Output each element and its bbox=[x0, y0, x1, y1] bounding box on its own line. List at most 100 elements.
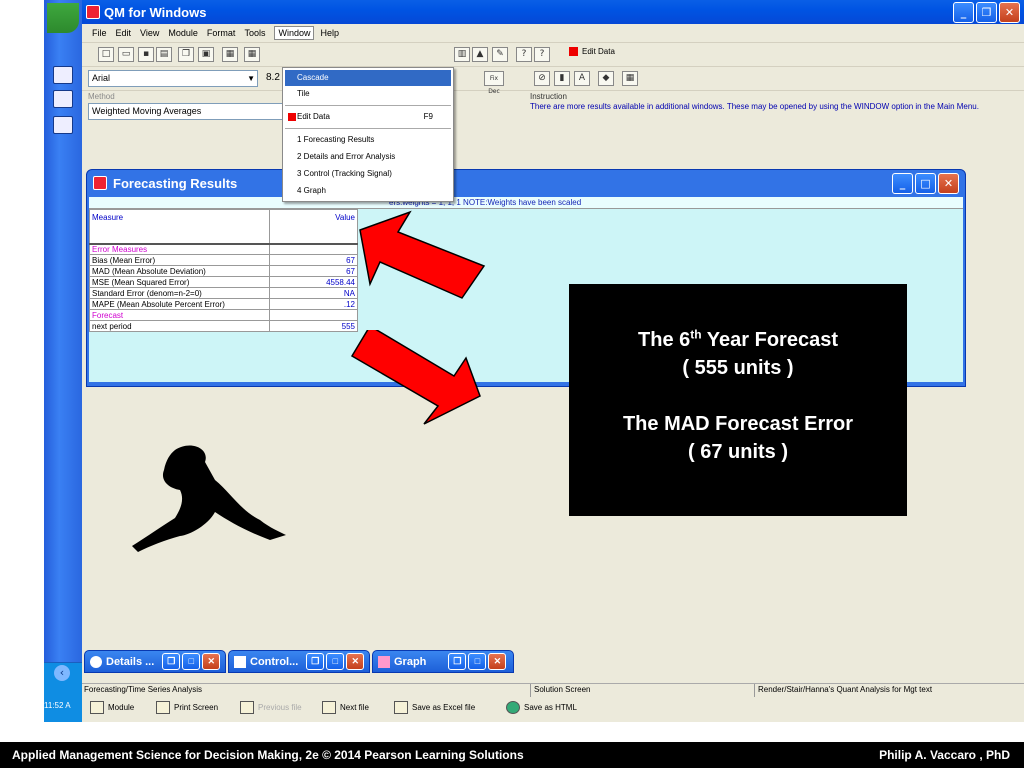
help-pointer-icon[interactable]: ? bbox=[516, 47, 532, 62]
minimize-button[interactable]: _ bbox=[953, 2, 974, 23]
no-entry-icon[interactable]: ⊘ bbox=[534, 71, 550, 86]
table-row[interactable]: MSE (Mean Squared Error) 4558.44 bbox=[89, 276, 358, 288]
button-label: Save as Excel file bbox=[412, 703, 476, 712]
menu-bar: File Edit View Module Format Tools Windo… bbox=[82, 24, 1024, 43]
row-measure: MSE (Mean Squared Error) bbox=[89, 276, 270, 288]
chevron-left-icon[interactable]: ‹ bbox=[54, 665, 70, 681]
results-title-bar[interactable]: Forecasting Results bbox=[87, 170, 965, 196]
menu-item-control[interactable]: 3 Control (Tracking Signal) bbox=[285, 166, 451, 182]
menu-view[interactable]: View bbox=[140, 28, 159, 38]
menu-edit[interactable]: Edit bbox=[116, 28, 132, 38]
header-measure: Measure bbox=[89, 209, 270, 244]
clock: 11:52 A bbox=[44, 701, 71, 710]
previous-icon bbox=[240, 701, 254, 714]
menu-item-label: 2 Details and Error Analysis bbox=[297, 152, 396, 161]
status-separator bbox=[530, 684, 531, 697]
close-button[interactable]: ✕ bbox=[346, 653, 365, 670]
table-row[interactable]: Standard Error (denom=n-2=0) NA bbox=[89, 287, 358, 299]
menu-help[interactable]: Help bbox=[320, 28, 339, 38]
row-value: 555 bbox=[269, 320, 358, 332]
menu-tools[interactable]: Tools bbox=[244, 28, 265, 38]
minimized-details-window[interactable]: Details ... ❐ □ ✕ bbox=[84, 650, 226, 673]
menu-item-details[interactable]: 2 Details and Error Analysis bbox=[285, 149, 451, 165]
menu-window[interactable]: Window bbox=[274, 26, 315, 40]
status-textbook: Render/Stair/Hanna's Quant Analysis for … bbox=[758, 685, 933, 694]
menu-item-forecasting-results[interactable]: 1 Forecasting Results bbox=[285, 132, 451, 148]
triangle-icon[interactable]: ▲ bbox=[472, 47, 488, 62]
table-icon[interactable]: ▥ bbox=[454, 47, 470, 62]
title-bar[interactable]: QM for Windows _ ❐ ✕ bbox=[82, 0, 1024, 24]
edit-data-button[interactable]: Edit Data bbox=[569, 47, 615, 56]
grid-icon bbox=[234, 655, 246, 668]
save-excel-button[interactable]: Save as Excel file bbox=[394, 701, 475, 714]
save-html-button[interactable]: Save as HTML bbox=[506, 701, 577, 714]
grid-insert-icon[interactable]: ▦ bbox=[244, 47, 260, 62]
menu-item-shortcut: F9 bbox=[423, 112, 433, 121]
maximize-button[interactable]: □ bbox=[182, 653, 201, 670]
row-measure: Standard Error (denom=n-2=0) bbox=[89, 287, 270, 299]
minimized-control-window[interactable]: Control... ❐ □ ✕ bbox=[228, 650, 370, 673]
border-icon[interactable]: ▦ bbox=[622, 71, 638, 86]
taskbar-app-icon[interactable] bbox=[53, 66, 73, 84]
maximize-button[interactable]: □ bbox=[468, 653, 487, 670]
menu-file[interactable]: File bbox=[92, 28, 107, 38]
menu-module[interactable]: Module bbox=[168, 28, 198, 38]
restore-button[interactable]: ❐ bbox=[162, 653, 181, 670]
print-icon[interactable]: ▤ bbox=[156, 47, 172, 62]
start-button[interactable] bbox=[47, 3, 79, 33]
minimized-graph-window[interactable]: Graph ❐ □ ✕ bbox=[372, 650, 514, 673]
row-value: .12 bbox=[269, 298, 358, 310]
menu-separator bbox=[285, 128, 451, 129]
font-size[interactable]: 8.2 bbox=[266, 72, 280, 83]
window-title: QM for Windows bbox=[104, 4, 207, 20]
results-note: ers:weights = 1, 1, 1 NOTE:Weights have … bbox=[89, 197, 963, 209]
menu-format[interactable]: Format bbox=[207, 28, 236, 38]
window-menu-dropdown: Cascade Tile Edit Data F9 1 Forecasting … bbox=[282, 67, 454, 202]
table-row[interactable]: Bias (Mean Error) 67 bbox=[89, 254, 358, 266]
details-icon bbox=[90, 655, 102, 668]
table-row[interactable]: Error Measures bbox=[89, 242, 358, 255]
font-color-icon[interactable]: A bbox=[574, 71, 590, 86]
menu-item-cascade[interactable]: Cascade bbox=[285, 70, 451, 86]
previous-file-button[interactable]: Previous file bbox=[240, 701, 302, 714]
table-row[interactable]: next period 555 bbox=[89, 320, 358, 332]
module-button[interactable]: Module bbox=[90, 701, 134, 714]
save-icon[interactable]: ▪ bbox=[138, 47, 154, 62]
menu-item-label: 1 Forecasting Results bbox=[297, 135, 375, 144]
print-screen-button[interactable]: Print Screen bbox=[156, 701, 218, 714]
minimized-title: Details ... bbox=[106, 655, 155, 668]
fill-color-icon[interactable]: ◆ bbox=[598, 71, 614, 86]
restore-button[interactable]: ❐ bbox=[306, 653, 325, 670]
help-icon[interactable]: ? bbox=[534, 47, 550, 62]
fix-dec-icon[interactable]: Fix Dec bbox=[484, 71, 504, 95]
grid-icon[interactable]: ▦ bbox=[222, 47, 238, 62]
paste-icon[interactable]: ▣ bbox=[198, 47, 214, 62]
next-file-button[interactable]: Next file bbox=[322, 701, 369, 714]
maximize-button[interactable]: ❐ bbox=[976, 2, 997, 23]
bar-chart-icon[interactable]: ▮ bbox=[554, 71, 570, 86]
maximize-button[interactable]: □ bbox=[915, 173, 936, 194]
close-button[interactable]: ✕ bbox=[999, 2, 1020, 23]
table-row[interactable]: MAPE (Mean Absolute Percent Error) .12 bbox=[89, 298, 358, 310]
method-field[interactable]: Weighted Moving Averages bbox=[88, 103, 284, 120]
maximize-button[interactable]: □ bbox=[326, 653, 345, 670]
menu-item-graph[interactable]: 4 Graph bbox=[285, 183, 451, 199]
font-select[interactable]: Arial ▼ bbox=[88, 70, 258, 87]
close-button[interactable]: ✕ bbox=[202, 653, 221, 670]
table-row[interactable]: Forecast bbox=[89, 309, 358, 321]
new-file-icon[interactable]: □ bbox=[98, 47, 114, 62]
footer-author: Philip A. Vaccaro , PhD bbox=[879, 748, 1010, 762]
minimize-button[interactable]: _ bbox=[892, 173, 913, 194]
table-row[interactable]: MAD (Mean Absolute Deviation) 67 bbox=[89, 265, 358, 277]
close-button[interactable]: ✕ bbox=[938, 173, 959, 194]
menu-item-edit-data[interactable]: Edit Data F9 bbox=[285, 109, 451, 125]
copy-icon[interactable]: ❐ bbox=[178, 47, 194, 62]
taskbar-window-icon[interactable] bbox=[53, 116, 73, 134]
open-folder-icon[interactable]: ▭ bbox=[118, 47, 134, 62]
taskbar-folder-icon[interactable] bbox=[53, 90, 73, 108]
callout-line-2: ( 555 units ) bbox=[682, 357, 794, 379]
pen-icon[interactable]: ✎ bbox=[492, 47, 508, 62]
close-button[interactable]: ✕ bbox=[488, 653, 507, 670]
restore-button[interactable]: ❐ bbox=[448, 653, 467, 670]
menu-item-tile[interactable]: Tile bbox=[285, 86, 451, 102]
